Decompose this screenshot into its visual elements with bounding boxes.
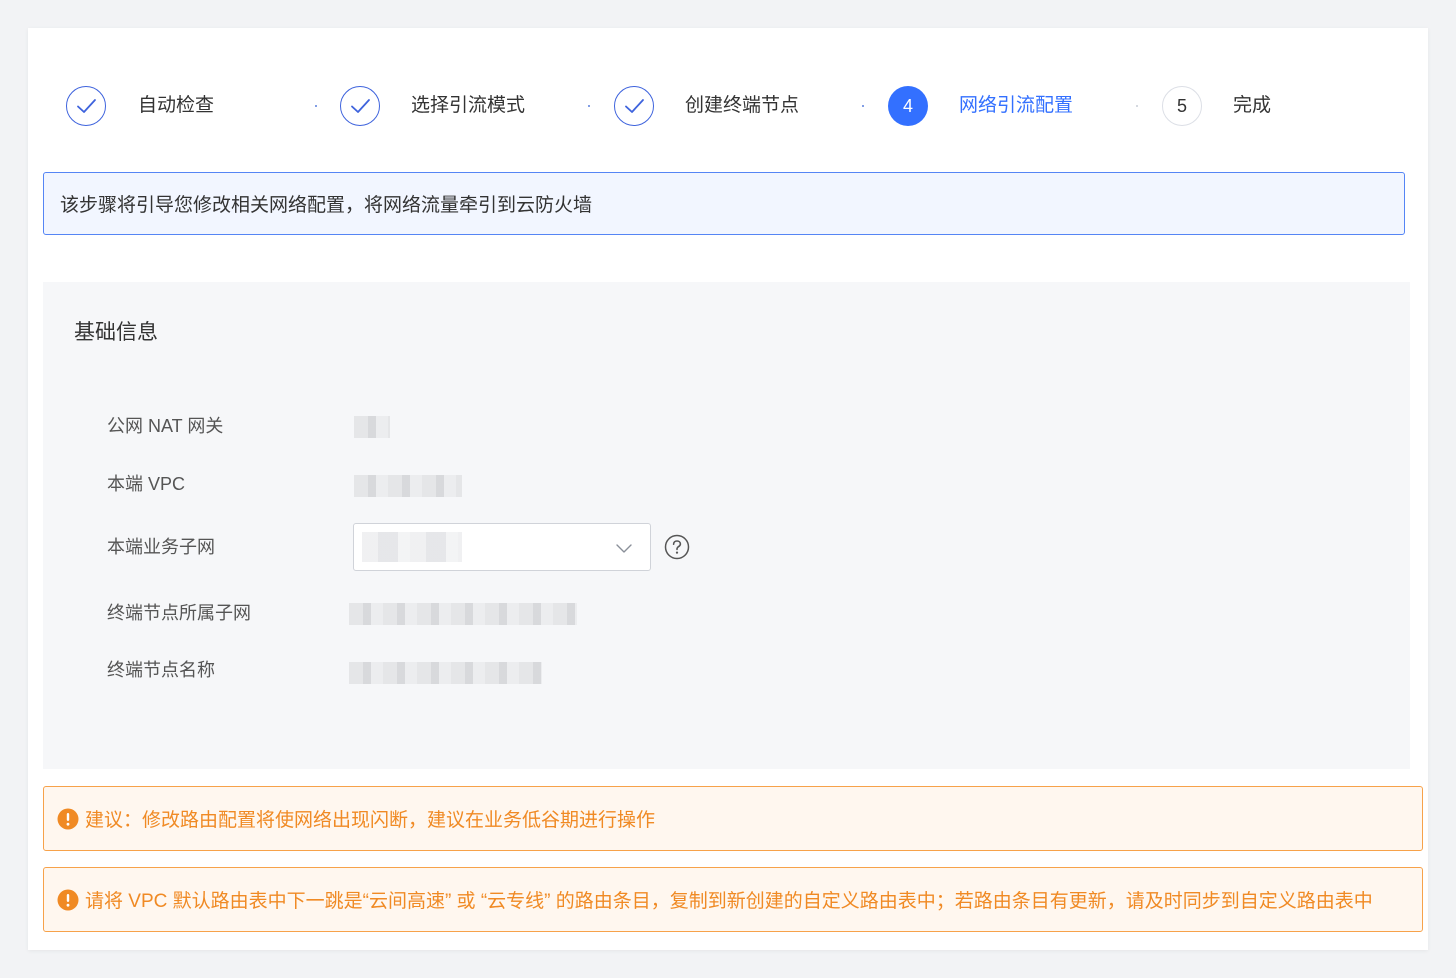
masked-value-local-vpc — [354, 475, 462, 497]
masked-selected-subnet — [362, 532, 462, 562]
step-4-label: 网络引流配置 — [959, 95, 1074, 116]
step-1-label: 自动检查 — [138, 95, 215, 116]
business-subnet-select[interactable] — [353, 523, 651, 571]
field-label-nat-gateway: 公网 NAT 网关 — [107, 416, 224, 436]
warning-text-2: 请将 VPC 默认路由表中下一跳是“云间高速” 或 “云专线” 的路由条目，复制… — [85, 891, 1373, 912]
question-help-icon[interactable] — [664, 534, 690, 560]
step-2-label: 选择引流模式 — [411, 95, 526, 116]
step-3-check-icon — [614, 86, 654, 126]
info-banner-text: 该步骤将引导您修改相关网络配置，将网络流量牵引到云防火墙 — [60, 195, 593, 216]
panel-title: 基础信息 — [74, 321, 158, 344]
step-3-label: 创建终端节点 — [685, 95, 800, 116]
field-label-endpoint-subnet: 终端节点所属子网 — [107, 603, 251, 623]
step-1-check-icon — [66, 86, 106, 126]
step-5-label: 完成 — [1233, 95, 1272, 116]
basic-info-panel: 基础信息 公网 NAT 网关 本端 VPC 本端业务子网 终端节点所属子网 终端… — [43, 282, 1410, 769]
field-label-business-subnet: 本端业务子网 — [107, 537, 215, 557]
step-5-number: 5 — [1162, 86, 1202, 126]
masked-value-endpoint-subnet — [349, 603, 577, 625]
warning-banner-2: 请将 VPC 默认路由表中下一跳是“云间高速” 或 “云专线” 的路由条目，复制… — [43, 867, 1423, 932]
info-banner: 该步骤将引导您修改相关网络配置，将网络流量牵引到云防火墙 — [43, 172, 1405, 235]
chevron-down-icon — [616, 544, 632, 553]
field-label-endpoint-name: 终端节点名称 — [107, 660, 215, 680]
step-divider — [1136, 105, 1138, 107]
step-2-check-icon — [340, 86, 380, 126]
wizard-card: 自动检查 选择引流模式 创建终端节点 4 网络引流配置 5 完成 该步骤将引导您… — [28, 28, 1428, 950]
step-divider — [588, 105, 590, 107]
step-4-number: 4 — [888, 86, 928, 126]
exclamation-icon — [57, 889, 79, 910]
masked-value-endpoint-name — [349, 662, 542, 684]
warning-banner-1: 建议：修改路由配置将使网络出现闪断，建议在业务低谷期进行操作 — [43, 786, 1423, 851]
step-bar: 自动检查 选择引流模式 创建终端节点 4 网络引流配置 5 完成 — [28, 28, 1428, 188]
warning-text-1: 建议：修改路由配置将使网络出现闪断，建议在业务低谷期进行操作 — [85, 810, 656, 831]
masked-value-nat-gateway — [354, 416, 390, 438]
step-divider — [862, 105, 864, 107]
exclamation-icon — [57, 808, 79, 829]
field-label-local-vpc: 本端 VPC — [107, 474, 186, 494]
step-divider — [315, 105, 317, 107]
